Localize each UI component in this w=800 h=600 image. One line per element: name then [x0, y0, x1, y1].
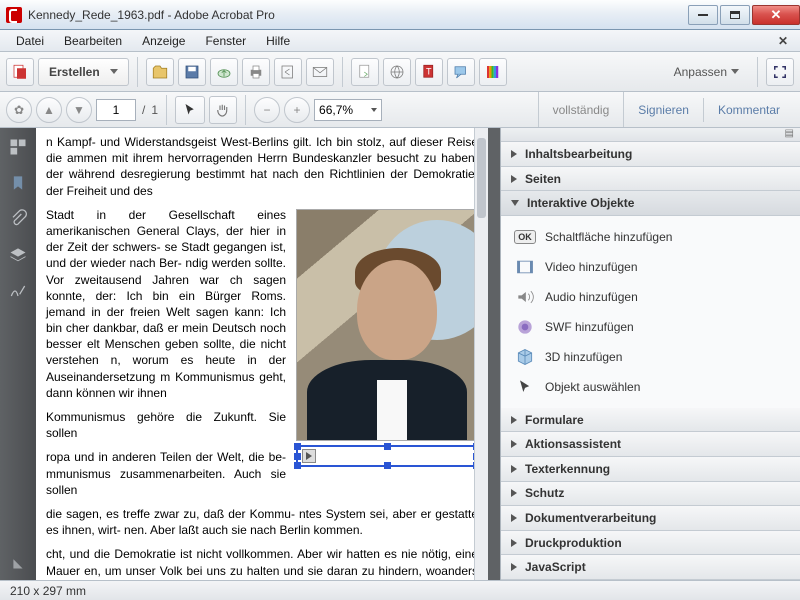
vertical-scrollbar[interactable] [474, 128, 488, 580]
navigation-rail: ◣ [0, 128, 36, 580]
print-icon[interactable] [242, 58, 270, 86]
tab-vollstaendig[interactable]: vollständig [538, 92, 625, 127]
page-separator: / [140, 103, 147, 117]
audio-icon [515, 288, 535, 306]
attachments-icon[interactable] [7, 208, 29, 230]
page-number-input[interactable] [96, 99, 136, 121]
menu-anzeige[interactable]: Anzeige [132, 32, 195, 50]
open-file-icon[interactable] [146, 58, 174, 86]
tools-pane: ▤ Inhaltsbearbeitung Seiten Interaktive … [500, 128, 800, 580]
tab-signieren[interactable]: Signieren [624, 92, 703, 127]
ok-badge-icon: OK [514, 230, 536, 244]
item-schaltflaeche-hinzufuegen[interactable]: OKSchaltfläche hinzufügen [501, 222, 800, 252]
panel-schutz[interactable]: Schutz [501, 482, 800, 507]
doc-text: die sagen, es treffe zwar zu, daß der Ko… [46, 506, 478, 538]
bookmarks-icon[interactable] [7, 172, 29, 194]
panel-seiten[interactable]: Seiten [501, 167, 800, 192]
window-minimize-button[interactable] [688, 5, 718, 25]
statusbar: 210 x 297 mm [0, 580, 800, 600]
email-icon[interactable] [306, 58, 334, 86]
pdf-page[interactable]: n Kampf- und Widerstandsgeist West-Berli… [36, 128, 488, 580]
zoom-in-icon[interactable]: + [284, 97, 310, 123]
zoom-level-select[interactable]: 66,7% [314, 99, 382, 121]
menu-hilfe[interactable]: Hilfe [256, 32, 300, 50]
item-video-hinzufuegen[interactable]: Video hinzufügen [501, 252, 800, 282]
menu-datei[interactable]: Datei [6, 32, 54, 50]
save-icon[interactable] [178, 58, 206, 86]
pointer-icon [515, 378, 535, 396]
selected-media-object[interactable] [296, 445, 478, 467]
main-toolbar: Erstellen T Anpassen [0, 52, 800, 92]
tools-pane-menu-icon[interactable]: ▤ [501, 128, 800, 142]
item-audio-hinzufuegen[interactable]: Audio hinzufügen [501, 282, 800, 312]
panel-texterkennung[interactable]: Texterkennung [501, 457, 800, 482]
zoom-out-icon[interactable]: − [254, 97, 280, 123]
color-spectrum-icon[interactable] [479, 58, 507, 86]
swf-icon [515, 318, 535, 336]
panel-javascript[interactable]: JavaScript [501, 555, 800, 580]
menubar: Datei Bearbeiten Anzeige Fenster Hilfe ✕ [0, 30, 800, 52]
edit-text-icon[interactable]: T [415, 58, 443, 86]
doc-text: n Kampf- und Widerstandsgeist West-Berli… [46, 134, 478, 199]
erstellen-dropdown[interactable]: Erstellen [38, 58, 129, 86]
share-icon[interactable] [274, 58, 302, 86]
create-pdf-icon[interactable] [6, 58, 34, 86]
window-titlebar: Kennedy_Rede_1963.pdf - Adobe Acrobat Pr… [0, 0, 800, 30]
thumbnails-icon[interactable] [7, 136, 29, 158]
window-close-button[interactable]: ✕ [752, 5, 800, 25]
panel-formulare[interactable]: Formulare [501, 408, 800, 433]
play-icon [302, 449, 316, 463]
customize-toolbar-dropdown[interactable]: Anpassen [664, 65, 749, 79]
panel-dokumentverarbeitung[interactable]: Dokumentverarbeitung [501, 506, 800, 531]
nav-toolbar: ✿ ▲ ▼ / 1 − + 66,7% vollständig Signiere… [0, 92, 800, 128]
item-objekt-auswaehlen[interactable]: Objekt auswählen [501, 372, 800, 402]
panel-inhaltsbearbeitung[interactable]: Inhaltsbearbeitung [501, 142, 800, 167]
comment-tool-icon[interactable] [447, 58, 475, 86]
menu-bearbeiten[interactable]: Bearbeiten [54, 32, 132, 50]
rail-collapse-icon[interactable]: ◣ [7, 552, 29, 574]
page-total: 1 [151, 103, 158, 117]
convert-web-icon[interactable] [383, 58, 411, 86]
cloud-icon[interactable] [210, 58, 238, 86]
panel-aktionsassistent[interactable]: Aktionsassistent [501, 432, 800, 457]
panel-druckproduktion[interactable]: Druckproduktion [501, 531, 800, 556]
app-icon [6, 7, 22, 23]
video-icon [515, 258, 535, 276]
window-maximize-button[interactable] [720, 5, 750, 25]
hand-tool-icon[interactable] [209, 96, 237, 124]
cube-3d-icon [515, 348, 535, 366]
window-title: Kennedy_Rede_1963.pdf - Adobe Acrobat Pr… [28, 8, 275, 22]
selection-tool-icon[interactable] [175, 96, 205, 124]
tab-kommentar[interactable]: Kommentar [704, 92, 794, 127]
svg-text:T: T [426, 66, 432, 76]
page-up-icon[interactable]: ▲ [36, 97, 62, 123]
embedded-photo[interactable] [296, 209, 478, 441]
menubar-close-doc-icon[interactable]: ✕ [772, 34, 794, 48]
item-swf-hinzufuegen[interactable]: SWF hinzufügen [501, 312, 800, 342]
page-down-icon[interactable]: ▼ [66, 97, 92, 123]
panel-interaktive-objekte-body: OKSchaltfläche hinzufügen Video hinzufüg… [501, 216, 800, 408]
panel-interaktive-objekte[interactable]: Interaktive Objekte [501, 191, 800, 216]
export-pdf-icon[interactable] [351, 58, 379, 86]
show-prev-view-icon[interactable]: ✿ [6, 97, 32, 123]
menu-fenster[interactable]: Fenster [195, 32, 256, 50]
page-dimensions: 210 x 297 mm [10, 584, 86, 598]
doc-text: cht, und die Demokratie ist nicht vollko… [46, 546, 478, 580]
layers-icon[interactable] [7, 244, 29, 266]
signatures-icon[interactable] [7, 280, 29, 302]
fullscreen-icon[interactable] [766, 58, 794, 86]
item-3d-hinzufuegen[interactable]: 3D hinzufügen [501, 342, 800, 372]
document-area: n Kampf- und Widerstandsgeist West-Berli… [36, 128, 500, 580]
